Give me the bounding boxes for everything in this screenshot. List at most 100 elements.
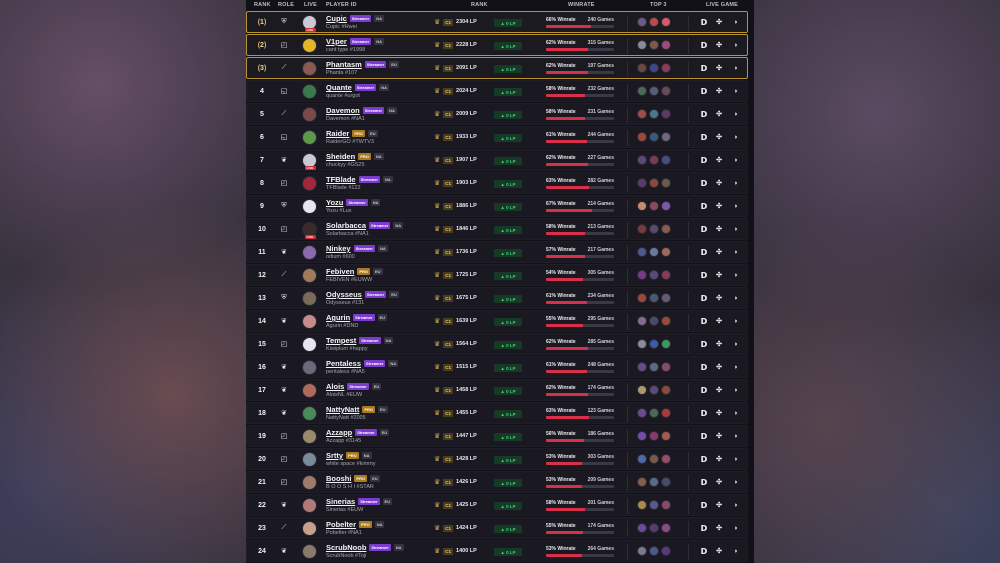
bubble-icon[interactable]: ◗ xyxy=(731,288,741,308)
player-name-link[interactable]: Yozu xyxy=(326,198,343,207)
player-name-link[interactable]: Tempest xyxy=(326,336,356,345)
champion-icon[interactable] xyxy=(661,316,671,326)
header-live-game[interactable]: LIVE GAME xyxy=(706,2,738,8)
champion-icon[interactable] xyxy=(637,362,647,372)
champion-icon[interactable] xyxy=(637,40,647,50)
d-icon[interactable]: D xyxy=(699,58,709,78)
table-row[interactable]: 8 ◰ TFBlade Streamer NA TFBlade #122 ♛ C… xyxy=(246,172,748,194)
d-icon[interactable]: D xyxy=(699,104,709,124)
cross-icon[interactable]: ✣ xyxy=(714,196,724,216)
champion-icon[interactable] xyxy=(649,408,659,418)
champion-icon[interactable] xyxy=(661,523,671,533)
champion-icon[interactable] xyxy=(637,408,647,418)
player-name-link[interactable]: Pobelter xyxy=(326,520,356,529)
bubble-icon[interactable]: ◗ xyxy=(731,449,741,469)
d-icon[interactable]: D xyxy=(699,541,709,561)
champion-icon[interactable] xyxy=(661,247,671,257)
player-name-link[interactable]: Azzapp xyxy=(326,428,352,437)
champion-icon[interactable] xyxy=(661,362,671,372)
avatar[interactable] xyxy=(300,518,318,538)
champion-icon[interactable] xyxy=(649,385,659,395)
d-icon[interactable]: D xyxy=(699,357,709,377)
bubble-icon[interactable]: ◗ xyxy=(731,81,741,101)
champion-icon[interactable] xyxy=(637,477,647,487)
avatar[interactable] xyxy=(300,173,318,193)
avatar[interactable] xyxy=(300,311,318,331)
table-row[interactable]: 16 ❦ Pentaless Streamer NA pentaless #NA… xyxy=(246,356,748,378)
bubble-icon[interactable]: ◗ xyxy=(731,58,741,78)
player-name-link[interactable]: Ninkey xyxy=(326,244,351,253)
bubble-icon[interactable]: ◗ xyxy=(731,150,741,170)
cross-icon[interactable]: ✣ xyxy=(714,150,724,170)
champion-icon[interactable] xyxy=(637,339,647,349)
table-row[interactable]: 17 ❦ Alois Streamer EU AloisNL #EUW ♛ C1… xyxy=(246,379,748,401)
champion-icon[interactable] xyxy=(649,40,659,50)
champion-icon[interactable] xyxy=(649,247,659,257)
cross-icon[interactable]: ✣ xyxy=(714,426,724,446)
table-row[interactable]: 10 ◰ LIVE Solarbacca Streamer NA Solarba… xyxy=(246,218,748,240)
champion-icon[interactable] xyxy=(661,40,671,50)
header-role[interactable]: ROLE xyxy=(278,2,294,8)
champion-icon[interactable] xyxy=(661,385,671,395)
table-row[interactable]: 18 ❦ NattyNatt PRO EU NattyNatt #2005 ♛ … xyxy=(246,402,748,424)
champion-icon[interactable] xyxy=(661,132,671,142)
d-icon[interactable]: D xyxy=(699,219,709,239)
d-icon[interactable]: D xyxy=(699,334,709,354)
cross-icon[interactable]: ✣ xyxy=(714,518,724,538)
champion-icon[interactable] xyxy=(661,339,671,349)
bubble-icon[interactable]: ◗ xyxy=(731,426,741,446)
table-row[interactable]: 12 ⟋ Febiven PRO EU FEBIVEN #EUWW ♛ C1 1… xyxy=(246,264,748,286)
bubble-icon[interactable]: ◗ xyxy=(731,265,741,285)
d-icon[interactable]: D xyxy=(699,35,709,55)
player-name-link[interactable]: Quante xyxy=(326,83,352,92)
d-icon[interactable]: D xyxy=(699,196,709,216)
cross-icon[interactable]: ✣ xyxy=(714,288,724,308)
player-name-link[interactable]: Srtty xyxy=(326,451,343,460)
champion-icon[interactable] xyxy=(661,431,671,441)
champion-icon[interactable] xyxy=(649,431,659,441)
champion-icon[interactable] xyxy=(661,408,671,418)
cross-icon[interactable]: ✣ xyxy=(714,35,724,55)
champion-icon[interactable] xyxy=(637,155,647,165)
champion-icon[interactable] xyxy=(637,86,647,96)
cross-icon[interactable]: ✣ xyxy=(714,449,724,469)
cross-icon[interactable]: ✣ xyxy=(714,495,724,515)
champion-icon[interactable] xyxy=(637,546,647,556)
player-name-link[interactable]: NattyNatt xyxy=(326,405,359,414)
player-name-link[interactable]: Booshi xyxy=(326,474,351,483)
player-name-link[interactable]: Agurin xyxy=(326,313,350,322)
cross-icon[interactable]: ✣ xyxy=(714,334,724,354)
table-row[interactable]: 22 ❦ Sinerias Streamer EU Sinerias #EUW … xyxy=(246,494,748,516)
table-row[interactable]: 24 ❦ ScrubNoob Streamer NA ScrubNoob #To… xyxy=(246,540,748,562)
bubble-icon[interactable]: ◗ xyxy=(731,541,741,561)
bubble-icon[interactable]: ◗ xyxy=(731,196,741,216)
table-row[interactable]: 15 ◰ Tempest Streamer NA Kiwiplum #happy… xyxy=(246,333,748,355)
bubble-icon[interactable]: ◗ xyxy=(731,173,741,193)
avatar[interactable] xyxy=(300,334,318,354)
table-row[interactable]: 7 ❦ LIVE Sheiden PRO NA chuckyy #GS25 ♛ … xyxy=(246,149,748,171)
bubble-icon[interactable]: ◗ xyxy=(731,357,741,377)
bubble-icon[interactable]: ◗ xyxy=(731,35,741,55)
d-icon[interactable]: D xyxy=(699,150,709,170)
champion-icon[interactable] xyxy=(661,109,671,119)
champion-icon[interactable] xyxy=(661,293,671,303)
champion-icon[interactable] xyxy=(661,477,671,487)
champion-icon[interactable] xyxy=(649,546,659,556)
cross-icon[interactable]: ✣ xyxy=(714,541,724,561)
player-name-link[interactable]: V1per xyxy=(326,37,347,46)
avatar[interactable] xyxy=(300,196,318,216)
d-icon[interactable]: D xyxy=(699,472,709,492)
avatar[interactable] xyxy=(300,449,318,469)
avatar[interactable] xyxy=(300,403,318,423)
table-row[interactable]: 13 ⛨ Odysseus Streamer EU Odysseus #131 … xyxy=(246,287,748,309)
champion-icon[interactable] xyxy=(637,385,647,395)
champion-icon[interactable] xyxy=(661,63,671,73)
bubble-icon[interactable]: ◗ xyxy=(731,12,741,32)
player-name-link[interactable]: Odysseus xyxy=(326,290,362,299)
header-top3[interactable]: TOP 3 xyxy=(650,2,667,8)
d-icon[interactable]: D xyxy=(699,518,709,538)
champion-icon[interactable] xyxy=(661,155,671,165)
bubble-icon[interactable]: ◗ xyxy=(731,219,741,239)
d-icon[interactable]: D xyxy=(699,403,709,423)
avatar[interactable]: LIVE xyxy=(300,219,318,239)
